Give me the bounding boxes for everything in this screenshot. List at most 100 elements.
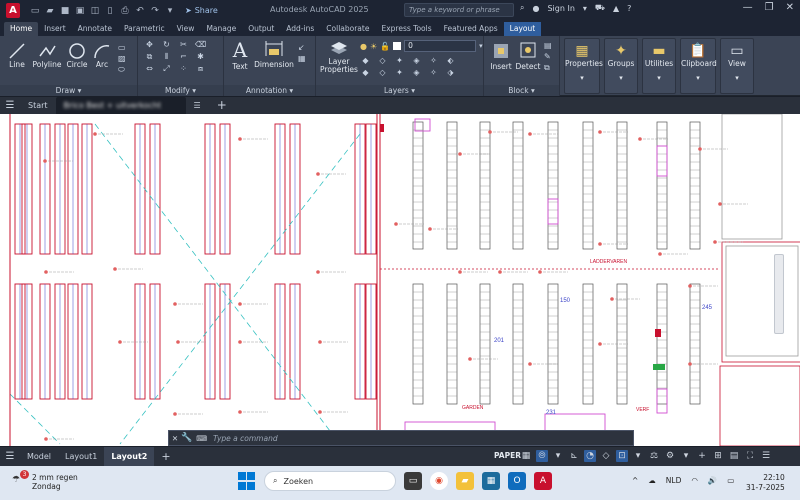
open-folder-icon[interactable]: ▰: [45, 6, 55, 16]
layer-freeze-icon[interactable]: ✦: [394, 56, 405, 65]
start-button[interactable]: [238, 472, 256, 490]
hamburger-menu-icon[interactable]: ☰: [0, 100, 20, 111]
customize-icon[interactable]: ☰: [760, 450, 772, 462]
add-layout-button[interactable]: +: [154, 447, 177, 466]
line-button[interactable]: Line: [4, 42, 30, 69]
block-edit-icon[interactable]: ✎: [544, 51, 552, 62]
erase-icon[interactable]: ⌫: [195, 40, 206, 49]
search-icon[interactable]: ⌕: [520, 3, 524, 13]
file-explorer-icon[interactable]: ▰: [456, 472, 474, 490]
minimize-icon[interactable]: —: [743, 2, 753, 13]
tab-home[interactable]: Home: [4, 22, 39, 36]
hatch-icon[interactable]: ▨: [118, 53, 126, 64]
tab-view[interactable]: View: [171, 22, 201, 36]
print-icon[interactable]: ⎙: [120, 6, 130, 16]
help-icon[interactable]: ?: [627, 4, 631, 13]
trim-icon[interactable]: ✂: [178, 40, 189, 49]
layer-selector[interactable]: ● ☀ 🔓 0 ▾: [360, 40, 483, 52]
draw-group-label[interactable]: Draw ▾: [0, 85, 137, 96]
mobile-icon[interactable]: ▯: [105, 6, 115, 16]
clipboard-panel-button[interactable]: 📋 Clipboard ▾: [680, 38, 717, 94]
close-icon[interactable]: ✕: [169, 434, 181, 443]
layers-group-label[interactable]: Layers ▾: [316, 85, 483, 96]
isolate-icon[interactable]: ⊞: [712, 450, 724, 462]
start-tab[interactable]: Start: [20, 97, 56, 114]
tab-layout2[interactable]: Layout2: [104, 447, 155, 466]
navigation-bar[interactable]: [774, 254, 784, 334]
drawing-canvas[interactable]: LADDERVAREN GARDEN VERF 150 201 245 231: [0, 114, 800, 446]
layer-match-icon[interactable]: ⬖: [445, 56, 456, 65]
tab-insert[interactable]: Insert: [38, 22, 72, 36]
layout-menu-icon[interactable]: ☰: [0, 451, 20, 462]
rotate-icon[interactable]: ↻: [161, 40, 172, 49]
chevron-down-icon[interactable]: ▾: [632, 450, 644, 462]
annotation-group-label[interactable]: Annotation ▾: [224, 85, 315, 96]
move-icon[interactable]: ✥: [144, 40, 155, 49]
chevron-down-icon[interactable]: ▾: [552, 450, 564, 462]
ellipse-icon[interactable]: ⬭: [118, 64, 126, 75]
annotation-scale-icon[interactable]: ⚖: [648, 450, 660, 462]
close-icon[interactable]: ✕: [786, 2, 794, 13]
properties-panel-button[interactable]: ▦ Properties ▾: [564, 38, 603, 94]
copy-icon[interactable]: ⧉: [144, 52, 155, 61]
battery-icon[interactable]: ▭: [727, 476, 734, 485]
undo-icon[interactable]: ↶: [135, 6, 145, 16]
dimension-button[interactable]: Dimension: [254, 38, 294, 69]
task-view-icon[interactable]: ▭: [404, 472, 422, 490]
tab-layout1[interactable]: Layout1: [58, 447, 104, 466]
layer-merge-icon[interactable]: ⬗: [445, 68, 456, 77]
tab-express-tools[interactable]: Express Tools: [375, 22, 437, 36]
sign-in-link[interactable]: Sign In: [547, 4, 574, 13]
share-button[interactable]: ➤ Share: [185, 6, 218, 15]
web-icon[interactable]: ◫: [90, 6, 100, 16]
file-tab-menu[interactable]: ☰: [186, 97, 209, 114]
keyword-search-input[interactable]: Type a keyword or phrase: [404, 3, 514, 17]
detect-button[interactable]: Detect: [515, 40, 541, 71]
rectangle-icon[interactable]: ▭: [118, 42, 126, 53]
maximize-icon[interactable]: ❐: [765, 2, 774, 13]
block-group-label[interactable]: Block ▾: [484, 85, 559, 96]
wifi-icon[interactable]: ◠: [691, 476, 698, 485]
layer-walk-icon[interactable]: ✧: [428, 68, 439, 77]
tab-collaborate[interactable]: Collaborate: [320, 22, 375, 36]
tab-manage[interactable]: Manage: [200, 22, 242, 36]
layer-properties-button[interactable]: Layer Properties: [318, 38, 360, 74]
outlook-icon[interactable]: O: [508, 472, 526, 490]
block-attribute-icon[interactable]: ⧉: [544, 62, 552, 73]
autocad-taskbar-icon[interactable]: A: [534, 472, 552, 490]
save-icon[interactable]: ■: [60, 6, 70, 16]
tab-add-ins[interactable]: Add-ins: [280, 22, 320, 36]
wrench-icon[interactable]: 🔧: [181, 433, 192, 443]
layer-make-current-icon[interactable]: ✧: [428, 56, 439, 65]
grid-icon[interactable]: ▦: [520, 450, 532, 462]
layer-isolate-icon[interactable]: ◇: [377, 56, 388, 65]
chrome-icon[interactable]: ◉: [430, 472, 448, 490]
layer-thaw-icon[interactable]: ◇: [377, 68, 388, 77]
autocad-logo[interactable]: A: [6, 3, 20, 18]
object-snap-icon[interactable]: ⊡: [616, 450, 628, 462]
text-button[interactable]: A Text: [228, 38, 252, 71]
tab-output[interactable]: Output: [242, 22, 280, 36]
command-history-icon[interactable]: ⌨: [196, 434, 207, 443]
tab-parametric[interactable]: Parametric: [118, 22, 171, 36]
offset-icon[interactable]: ⧈: [195, 64, 206, 73]
modify-group-label[interactable]: Modify ▾: [138, 85, 223, 96]
snap-icon[interactable]: ⦾: [536, 450, 548, 462]
arc-button[interactable]: Arc: [90, 42, 114, 69]
array-icon[interactable]: ⁘: [178, 64, 189, 73]
layer-unisolate-icon[interactable]: ◆: [360, 68, 371, 77]
groups-panel-button[interactable]: ✦ Groups ▾: [604, 38, 638, 94]
hardware-icon[interactable]: ▤: [728, 450, 740, 462]
tab-layout[interactable]: Layout: [503, 22, 542, 36]
polyline-button[interactable]: Polyline: [30, 42, 64, 69]
cloud-icon[interactable]: ☁: [648, 476, 656, 485]
utilities-panel-button[interactable]: ▬ Utilities ▾: [642, 38, 676, 94]
weather-widget[interactable]: ☂ 3 2 mm regen Zondag: [12, 470, 78, 491]
ortho-icon[interactable]: ⊾: [568, 450, 580, 462]
fullscreen-icon[interactable]: ⛶: [744, 450, 756, 462]
isodraft-icon[interactable]: ◇: [600, 450, 612, 462]
layer-previous-icon[interactable]: ◈: [411, 68, 422, 77]
layer-off-icon[interactable]: ◆: [360, 56, 371, 65]
block-create-icon[interactable]: ▤: [544, 40, 552, 51]
fillet-icon[interactable]: ⌐: [178, 52, 189, 61]
